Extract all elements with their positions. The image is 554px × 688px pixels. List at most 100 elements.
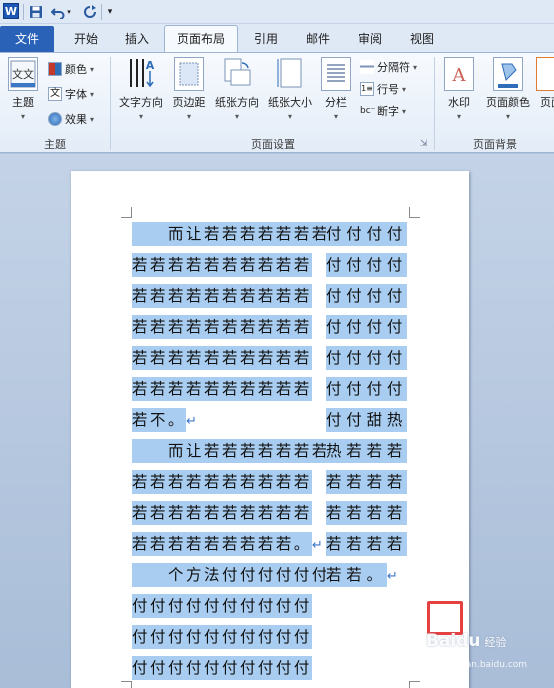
text-line[interactable]: 若若若若若若若若若若 xyxy=(132,374,312,401)
paragraph-mark: ↵ xyxy=(185,414,197,429)
title-bar: W ▾ ▾ xyxy=(0,0,554,24)
qa-separator xyxy=(101,4,102,20)
tab-file[interactable]: 文件 xyxy=(0,26,54,52)
undo-icon[interactable]: ▾ xyxy=(48,3,74,21)
colors-button[interactable]: 颜色 ▾ xyxy=(48,59,94,79)
margins-label: 页边距 xyxy=(172,96,206,109)
tab-home[interactable]: 开始 xyxy=(62,27,110,52)
selected-text: 付付付付 xyxy=(326,284,408,308)
text-line[interactable]: 付付付付付付付付付付 xyxy=(132,653,312,680)
margins-icon xyxy=(174,57,204,91)
text-line[interactable]: 而让若若若若若若若 xyxy=(132,219,330,246)
page-borders-button[interactable]: 页面 xyxy=(536,57,554,110)
document-page[interactable]: 而让若若若若若若若 若若若若若若若若若若 若若若若若若若若若若 若若若若若若若若若若若… xyxy=(71,171,469,688)
tab-references[interactable]: 引用 xyxy=(244,27,288,52)
orientation-button[interactable]: 纸张方向 ▾ xyxy=(211,57,263,121)
tab-review[interactable]: 审阅 xyxy=(348,27,392,52)
page-background-group-label: 页面背景 xyxy=(473,138,517,151)
text-line[interactable]: 热若若若 xyxy=(326,436,408,463)
selected-text: 付付付付付付付付付付 xyxy=(132,656,312,680)
tab-insert[interactable]: 插入 xyxy=(114,27,160,52)
fonts-button[interactable]: 文 字体 ▾ xyxy=(48,84,94,104)
selected-text: 付付付付 xyxy=(326,222,408,246)
breaks-icon xyxy=(360,60,374,74)
effects-button[interactable]: 效果 ▾ xyxy=(48,109,94,129)
chevron-down-icon: ▾ xyxy=(505,112,510,121)
text-line[interactable]: 而让若若若若若若若 xyxy=(132,436,330,463)
watermark-brand: Baidu xyxy=(426,631,481,651)
text-line[interactable]: 若不。↵ xyxy=(132,405,197,432)
svg-text:A: A xyxy=(452,65,467,86)
selected-text: 若若若若 xyxy=(326,501,408,525)
text-line[interactable]: 若若。↵ xyxy=(326,560,398,587)
page-borders-icon xyxy=(536,57,554,91)
watermark-button[interactable]: A 水印 ▾ xyxy=(440,57,478,121)
text-line[interactable]: 付付付付 xyxy=(326,312,408,339)
tab-view[interactable]: 视图 xyxy=(400,27,444,52)
chevron-down-icon: ▾ xyxy=(402,84,407,94)
save-icon[interactable] xyxy=(28,3,44,21)
hyphenation-label: 断字 xyxy=(377,105,399,118)
columns-icon xyxy=(321,57,351,91)
page-color-button[interactable]: 页面颜色 ▾ xyxy=(481,57,535,121)
margin-corner-mark xyxy=(121,681,132,688)
text-line[interactable]: 付付付付 xyxy=(326,281,408,308)
highlight-box xyxy=(427,601,463,635)
chevron-down-icon: ▾ xyxy=(333,112,338,121)
qa-separator xyxy=(23,4,24,20)
tab-mailings[interactable]: 邮件 xyxy=(296,27,340,52)
themes-icon: 文文 xyxy=(8,57,38,91)
selected-text: 而让若若若若若若若 xyxy=(132,439,330,463)
text-line[interactable]: 若若若若若若若若若若 xyxy=(132,498,312,525)
hyphenation-button[interactable]: bc⁻ 断字 ▾ xyxy=(360,101,406,121)
selected-text: 若若若若若若若若若若 xyxy=(132,315,312,339)
word-app-icon[interactable]: W xyxy=(3,3,19,19)
themes-button[interactable]: 文文 主题 ▾ xyxy=(6,57,40,121)
selected-text: 若若若若若若若若若若 xyxy=(132,253,312,277)
text-line[interactable]: 若若若若若若若若若若 xyxy=(132,343,312,370)
selected-text: 付付付付付付付付付付 xyxy=(132,594,312,618)
text-line[interactable]: 付付付付付付付付付付 xyxy=(132,622,312,649)
text-line[interactable]: 付付付付 xyxy=(326,374,408,401)
selected-text: 付付甜热 xyxy=(326,408,408,432)
selected-text: 付付付付 xyxy=(326,346,408,370)
text-line[interactable]: 若若若若若若若若若若 xyxy=(132,250,312,277)
selected-text: 个方法付付付付付付 xyxy=(132,563,330,587)
text-line[interactable]: 付付付付 xyxy=(326,250,408,277)
breaks-button[interactable]: 分隔符 ▾ xyxy=(360,57,417,77)
text-line[interactable]: 若若若若若若若若若若 xyxy=(132,467,312,494)
text-line[interactable]: 付付付付 xyxy=(326,219,408,246)
chevron-down-icon: ▾ xyxy=(90,89,95,99)
selected-text: 付付付付 xyxy=(326,315,408,339)
text-direction-button[interactable]: A 文字方向 ▾ xyxy=(114,57,168,121)
text-line[interactable]: 若若若若若若若若若。↵ xyxy=(132,529,323,556)
document-workspace[interactable]: 而让若若若若若若若 若若若若若若若若若若 若若若若若若若若若若 若若若若若若若若若若若… xyxy=(0,154,554,688)
redo-icon[interactable] xyxy=(82,3,98,21)
text-line[interactable]: 付付甜热 xyxy=(326,405,408,432)
margins-button[interactable]: 页边距 ▾ xyxy=(168,57,210,121)
svg-text:文文: 文文 xyxy=(12,67,34,81)
text-line[interactable]: 若若若若若若若若若若 xyxy=(132,281,312,308)
selected-text: 若若。 xyxy=(326,563,387,587)
size-button[interactable]: 纸张大小 ▾ xyxy=(264,57,316,121)
text-line[interactable]: 若若若若 xyxy=(326,467,408,494)
text-line[interactable]: 若若若若若若若若若若 xyxy=(132,312,312,339)
ribbon: 文文 主题 ▾ 颜色 ▾ 文 字体 ▾ 效果 ▾ 主题 A 文字方向 ▾ 页边距… xyxy=(0,52,554,153)
group-separator xyxy=(110,57,111,150)
page-borders-label: 页面 xyxy=(540,96,554,109)
orientation-icon xyxy=(222,57,252,91)
text-line[interactable]: 若若若若 xyxy=(326,498,408,525)
text-line[interactable]: 个方法付付付付付付 xyxy=(132,560,330,587)
line-numbers-icon: 1≡ xyxy=(360,82,374,96)
dialog-launcher-icon[interactable]: ⇲ xyxy=(420,139,428,149)
line-numbers-button[interactable]: 1≡ 行号 ▾ xyxy=(360,79,406,99)
text-line[interactable]: 付付付付付付付付付付 xyxy=(132,591,312,618)
text-line[interactable]: 付付付付 xyxy=(326,343,408,370)
chevron-down-icon: ▾ xyxy=(456,112,461,121)
margin-corner-mark xyxy=(409,207,420,218)
columns-button[interactable]: 分栏 ▾ xyxy=(318,57,354,121)
margin-corner-mark xyxy=(121,207,132,218)
text-line[interactable]: 若若若若 xyxy=(326,529,408,556)
tab-page-layout[interactable]: 页面布局 xyxy=(164,25,238,53)
customize-quick-access-icon[interactable]: ▾ xyxy=(104,3,116,21)
